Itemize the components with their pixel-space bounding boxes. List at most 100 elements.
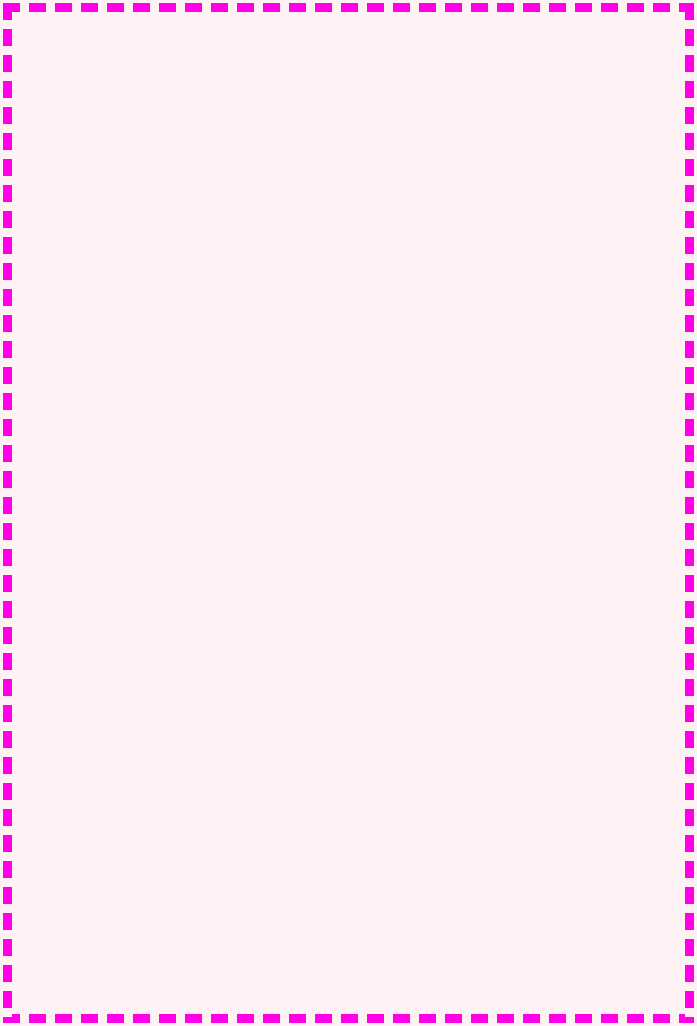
- column-header-b[interactable]: B: [113, 276, 229, 295]
- operators-header-right: Logical Operatoes (Functions): [185, 448, 343, 488]
- table-row: Najma xyz 625: [10, 772, 292, 795]
- table-row: 1 S NO STUDENT NAME FATHER NAM: [11, 293, 306, 313]
- cell-a1[interactable]: S NO: [34, 293, 114, 313]
- operators-comparison-table: Mathetical Oprators (Formula) Logical Op…: [11, 448, 343, 598]
- sort-ascending-icon[interactable]: A Z ↓: [388, 749, 407, 766]
- corner-cell[interactable]: [11, 276, 35, 295]
- cell-c3[interactable]: xyz: [228, 329, 306, 349]
- table-row: 3 2 USMAN xyz: [11, 329, 306, 349]
- both-operators-text: Mathematical Operators + Logical Operato…: [236, 417, 684, 437]
- functions-label: فنکشنز:: [614, 381, 684, 402]
- cell-a2[interactable]: 1: [34, 311, 114, 331]
- operators-table-container: Mathetical Oprators (Formula) Logical Op…: [11, 448, 343, 598]
- chart-wizard-icon[interactable]: [435, 749, 454, 766]
- marks-header-name: Name of Student: [10, 688, 121, 711]
- operators-row: Mathetical Oprators (Formula) Logical Op…: [9, 445, 688, 602]
- cell-b1[interactable]: STUDENT NAME: [113, 293, 229, 313]
- menu-gutter: [366, 793, 388, 817]
- row-header-2[interactable]: 2: [11, 311, 35, 331]
- student-marks-table: Name of Student Father Name Total Marks …: [10, 688, 292, 816]
- table-row: Kanzaa xyz 850: [10, 730, 292, 753]
- functions-command-text: Command then Cell Address,: [332, 381, 596, 401]
- menu-item-sum[interactable]: Sum: [366, 769, 514, 793]
- menu-item-more-functions-label: More Functions...: [392, 899, 485, 913]
- excel-sheet-students[interactable]: A B C 1 S NO STUDENT NAME FATHER NAM 2 1…: [11, 276, 306, 367]
- cell-c2[interactable]: xyz: [228, 311, 306, 331]
- excel-autosum-widget[interactable]: Σ ▼ A Z ↓ Z A ↓ 100 Sum Average Count Ma…: [347, 747, 515, 920]
- marks-name-3: Shehrish: [10, 751, 121, 774]
- cell-a4[interactable]: 3: [34, 347, 114, 367]
- menu-item-more-functions[interactable]: More Functions...: [366, 894, 514, 918]
- marks-header-father: Father Name: [119, 688, 209, 711]
- math-op-4: /: [11, 553, 186, 576]
- row-header-1[interactable]: 1: [11, 293, 35, 313]
- table-row: / <=: [11, 553, 343, 576]
- menu-gutter: [367, 842, 389, 864]
- autosum-dropdown-menu[interactable]: Sum Average Count Max Min More Functions…: [365, 767, 515, 920]
- marks-total-4: 625: [207, 772, 292, 795]
- zoom-level-value[interactable]: 100: [479, 751, 500, 763]
- table-row: + >: [11, 487, 343, 510]
- menu-item-average-label: Average: [392, 798, 437, 812]
- cell-b3[interactable]: USMAN: [113, 329, 229, 349]
- math-op-3: *: [11, 531, 186, 554]
- menu-gutter: [366, 817, 388, 841]
- menu-item-average[interactable]: Average: [366, 793, 514, 817]
- marks-total-3: 480: [207, 751, 292, 774]
- table-row: - <: [11, 509, 343, 532]
- calculation-label: کیلکولیشن:: [586, 81, 684, 102]
- functions-line: فنکشنز: Command then Cell Address,: [9, 378, 688, 404]
- greeting-line: اسلام وعلیکم! ایکسل کی اگلی کلاس کیساتھ …: [249, 48, 684, 69]
- cell-b4[interactable]: TAHIR: [113, 347, 229, 367]
- drawing-icon[interactable]: [456, 747, 477, 767]
- calculation-text: اسکا مقصد آسان طریقے سے جمع، تفریق یا ما…: [109, 81, 582, 102]
- max-syntax-line: جیسے =max(starting cell:ending cell) the…: [9, 651, 688, 679]
- menu-gutter: [366, 894, 388, 918]
- marks-header-total: Total Marks: [207, 688, 292, 711]
- bismillah-heading: بِسمِ اللهِ الرَّحمٰنِ الرَّحيم: [242, 17, 455, 41]
- maximum-label: Maximum: [589, 619, 684, 641]
- operators-urdu-a: آپریٹس سیل: [580, 281, 684, 306]
- page-title: Diffrence between Function & Formula: [165, 136, 532, 158]
- marks-father-1: xyz: [119, 709, 209, 732]
- chevron-down-icon[interactable]: ▼: [371, 749, 381, 766]
- logic-op-4: <=: [185, 553, 343, 576]
- table-row: 2 1 ALI xyz: [11, 311, 306, 331]
- formula-line-1: فارمولا: D8+D9+D10 یہ سیل ایڈریس کہلاتے …: [9, 165, 688, 217]
- math-op-2: -: [11, 509, 186, 532]
- marks-header-row: Name of Student Father Name Total Marks: [10, 688, 292, 711]
- menu-item-max[interactable]: Max: [366, 841, 514, 865]
- max-hint-tail: جیسے: [645, 655, 684, 675]
- cell-c4[interactable]: xyz: [228, 347, 306, 367]
- menu-item-sum-label: Sum: [392, 774, 417, 788]
- marks-total-1: 320: [207, 709, 292, 732]
- menu-item-min[interactable]: Min: [366, 865, 514, 889]
- marks-blank-2: [119, 793, 209, 816]
- cell-c1[interactable]: FATHER NAM: [228, 293, 306, 313]
- row-header-3[interactable]: 3: [11, 329, 35, 349]
- excel-toolbar[interactable]: Σ ▼ A Z ↓ Z A ↓ 100: [347, 747, 513, 767]
- sort-descending-icon[interactable]: Z A ↓: [409, 749, 428, 766]
- menu-item-count[interactable]: Count: [366, 817, 514, 841]
- math-op-5: [11, 575, 186, 598]
- logic-op-3: >=: [185, 531, 343, 554]
- menu-separator: [392, 891, 510, 892]
- column-header-a[interactable]: A: [34, 276, 114, 295]
- sum-urdu-mid: پھر اینٹر پریس: [376, 514, 479, 535]
- autosum-icon[interactable]: Σ: [350, 749, 369, 766]
- formula-line-2: استعمال بالکل نہیں کرنا چاہئے۔ ہمیں صرف …: [13, 218, 684, 263]
- formula-label: فارمولا:: [618, 167, 684, 187]
- cell-b2-active[interactable]: ALI: [113, 311, 229, 331]
- row-header-4[interactable]: 4: [11, 347, 35, 367]
- marks-total-2: 850: [207, 730, 292, 753]
- marks-father-3: xyz: [119, 751, 209, 774]
- table-row: <>: [11, 575, 343, 598]
- cell-a3[interactable]: 2: [34, 329, 114, 349]
- marks-result-value: 850: [207, 793, 292, 816]
- functions-line-2: Mathematical Operators + Logical Operato…: [9, 414, 688, 440]
- calculation-formula: =50+3+80=160: [544, 108, 672, 128]
- marks-father-4: xyz: [119, 772, 209, 795]
- marks-name-1: Hanzala: [10, 709, 121, 732]
- column-header-c[interactable]: C: [228, 276, 306, 295]
- sheet1-column-header-row: A B C: [11, 276, 306, 295]
